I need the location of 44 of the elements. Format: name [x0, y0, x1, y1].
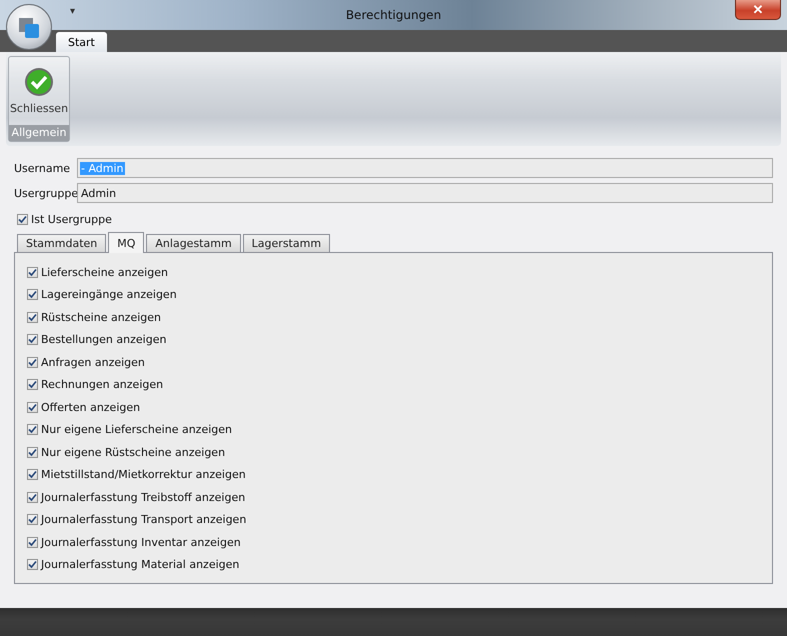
- checkbox[interactable]: [27, 446, 38, 458]
- checkbox[interactable]: [27, 379, 38, 390]
- checkbox-label: Lieferscheine anzeigen: [41, 266, 168, 279]
- checkbox[interactable]: [27, 334, 38, 346]
- checkbox[interactable]: [27, 469, 38, 480]
- checkbox-label: Lagereingänge anzeigen: [41, 288, 177, 302]
- tab[interactable]: Anlagestamm: [146, 234, 241, 253]
- checkbox-label: Rüstscheine anzeigen: [41, 310, 162, 324]
- checkbox[interactable]: [27, 559, 38, 570]
- checkbox-label: Mietstillstand/Mietkorrektur anzeigen: [41, 468, 246, 482]
- group-label: Allgemein: [9, 125, 69, 141]
- checkbox[interactable]: [27, 312, 38, 323]
- checkbox-label: Journalerfasstung Material anzeigen: [41, 558, 240, 572]
- window-title: Berechtigungen: [346, 8, 442, 22]
- checkbox-label: Journalerfasstung Inventar anzeigen: [41, 536, 241, 549]
- tab[interactable]: MQ: [108, 232, 144, 253]
- checkbox-label: Nur eigene Rüstscheine anzeigen: [41, 446, 226, 459]
- checkbox-label: Ist Usergruppe: [31, 212, 112, 226]
- close-button[interactable]: ✕: [735, 0, 781, 20]
- check-icon: [24, 67, 54, 97]
- checkbox[interactable]: [27, 536, 38, 548]
- checkbox[interactable]: [17, 214, 28, 224]
- checkbox-label: Nur eigene Lieferscheine anzeigen: [41, 423, 232, 436]
- checkbox-label: Anfragen anzeigen: [41, 356, 145, 369]
- checkbox[interactable]: [27, 492, 38, 503]
- ribbon-tab[interactable]: Start: [56, 32, 107, 52]
- close-button[interactable]: Schliessen: [9, 57, 69, 125]
- checkbox[interactable]: [27, 289, 38, 300]
- checkbox-label: Offerten anzeigen: [41, 400, 140, 414]
- checkbox[interactable]: [27, 356, 38, 368]
- checkbox-label: Journalerfasstung Transport anzeigen: [41, 513, 246, 526]
- checkbox[interactable]: [27, 424, 38, 436]
- checkbox-label: Bestellungen anzeigen: [41, 333, 166, 346]
- tab[interactable]: Lagerstamm: [242, 234, 330, 253]
- checkbox-label: Rechnungen anzeigen: [41, 378, 164, 392]
- text-field[interactable]: Admin: [77, 183, 773, 203]
- checkbox[interactable]: [27, 514, 38, 526]
- quick-access-menu-icon[interactable]: ▾: [70, 6, 76, 17]
- field-label: Usergruppe: [14, 186, 77, 200]
- field-label: Username: [14, 162, 72, 174]
- tab[interactable]: Stammdaten: [17, 234, 106, 253]
- checkbox[interactable]: [27, 402, 38, 413]
- checkbox[interactable]: [27, 266, 38, 278]
- checkbox-label: Journalerfasstung Treibstoff anzeigen: [41, 490, 246, 504]
